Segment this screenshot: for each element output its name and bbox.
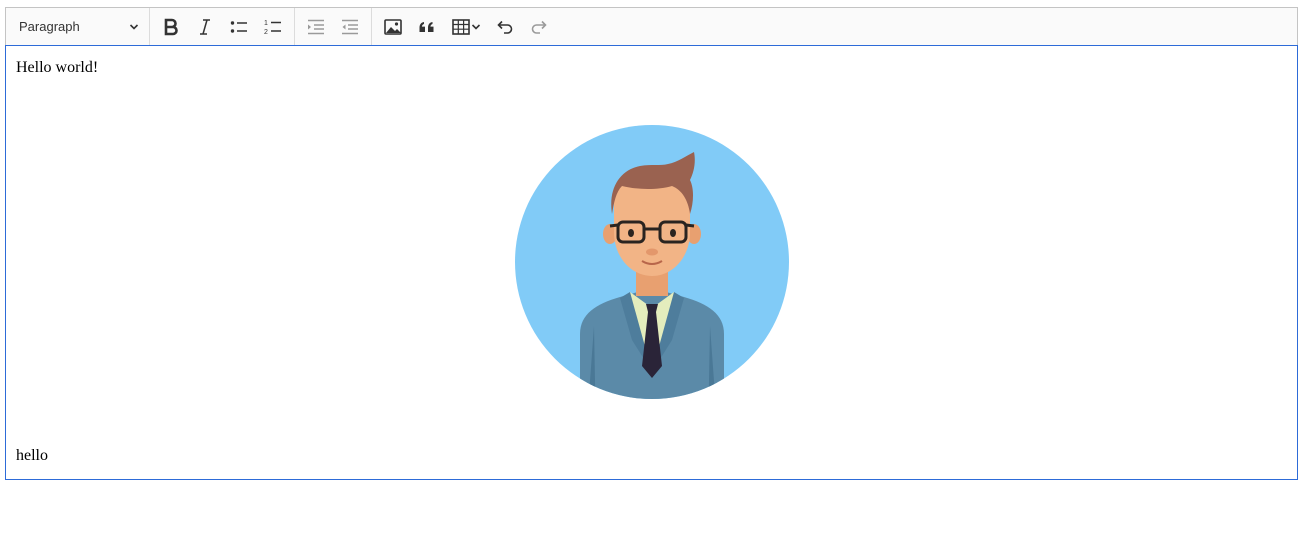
bulleted-list-icon [230,20,247,33]
svg-text:2: 2 [264,29,268,36]
block-quote-button[interactable] [412,12,442,42]
svg-text:1: 1 [264,20,268,27]
redo-button[interactable] [524,12,554,42]
chevron-down-icon [129,22,139,32]
quote-icon [419,21,434,32]
numbered-list-icon: 12 [264,20,281,36]
outdent-icon [308,19,324,34]
heading-dropdown[interactable]: Paragraph [6,8,149,46]
italic-button[interactable] [190,12,220,42]
toolbar-group-formatting: 12 [150,12,294,42]
insert-table-button[interactable] [446,12,486,42]
toolbar-group-insert [372,12,560,42]
undo-button[interactable] [490,12,520,42]
image-icon [384,18,402,35]
paragraph[interactable]: hello [16,447,48,465]
indent-button[interactable] [335,12,365,42]
italic-icon [200,18,210,35]
embedded-image[interactable] [484,94,820,430]
heading-dropdown-label: Paragraph [19,19,80,34]
editor-content-area[interactable]: Hello world! hello [5,45,1298,480]
insert-image-button[interactable] [378,12,408,42]
bulleted-list-button[interactable] [224,12,254,42]
businessman-avatar-image [515,125,789,399]
toolbar-group-indent [295,12,371,42]
bold-icon [164,18,178,35]
bold-button[interactable] [156,12,186,42]
undo-icon [497,20,513,34]
paragraph[interactable]: Hello world! [16,59,98,77]
table-icon [452,18,470,35]
outdent-button[interactable] [301,12,331,42]
editor-toolbar: Paragraph 12 [5,7,1298,46]
numbered-list-button[interactable]: 12 [258,12,288,42]
chevron-down-icon [471,23,481,30]
redo-icon [531,20,547,34]
indent-icon [342,19,358,34]
rich-text-editor: Paragraph 12 Hello world! hello [5,7,1298,480]
